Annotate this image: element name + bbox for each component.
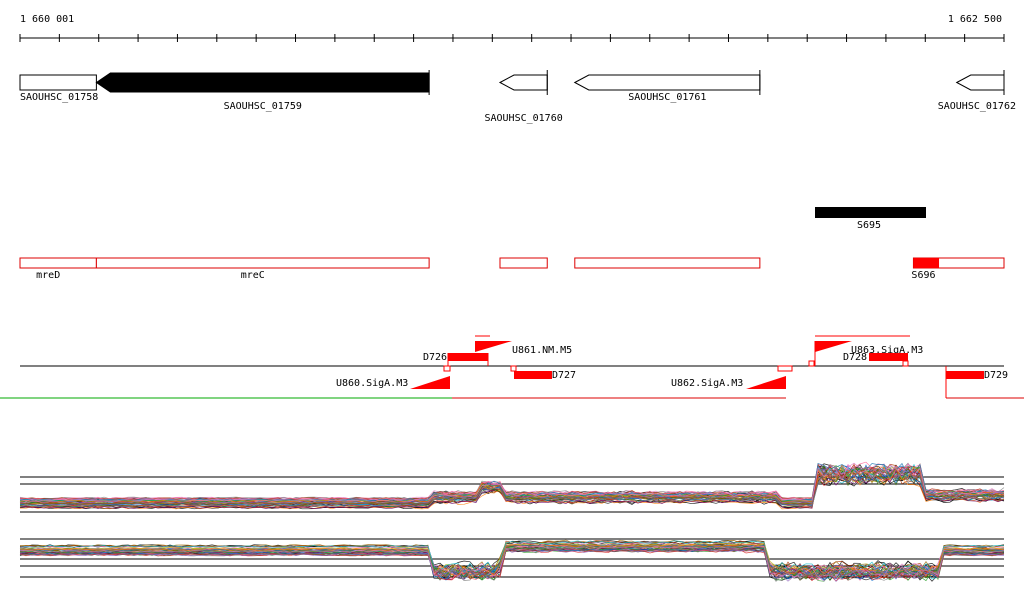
gene-saouhsc_01758[interactable]: SAOUHSC_01758: [19, 74, 98, 103]
genome-browser-canvas: 1 660 001 1 662 500 SAOUHSC_01758SAOUHSC…: [0, 14, 1024, 583]
terminator-d728[interactable]: D728: [843, 352, 909, 367]
terminator-d729[interactable]: D729: [945, 366, 1008, 398]
gene-track: SAOUHSC_01758 SAOUHSC_01759 SAOUHSC_01760 S…: [19, 70, 1016, 124]
operon-s696[interactable]: S696: [911, 257, 1005, 281]
small-rna-label: S695: [857, 220, 881, 231]
operon-segment[interactable]: [574, 257, 761, 269]
gene-label: SAOUHSC_01759: [224, 101, 302, 112]
d729-label: D729: [984, 370, 1008, 381]
gene-label: SAOUHSC_01762: [938, 101, 1016, 112]
promoter-u861[interactable]: U861.NM.M5: [475, 335, 572, 356]
gene-label: SAOUHSC_01760: [484, 113, 562, 124]
small-rna-s695[interactable]: S695: [815, 207, 926, 231]
terminator-d727[interactable]: D727: [510, 365, 576, 381]
u861-label: U861.NM.M5: [512, 345, 572, 356]
ruler-start-label: 1 660 001: [20, 14, 74, 25]
gene-saouhsc_01759[interactable]: SAOUHSC_01759: [95, 70, 430, 112]
gene-saouhsc_01760[interactable]: SAOUHSC_01760: [484, 70, 563, 124]
expression-profile-forward: [19, 461, 1005, 513]
u862-label: U862.SigA.M3: [671, 378, 743, 389]
operon-label: S696: [911, 270, 935, 281]
terminator-d726[interactable]: D726: [423, 352, 489, 366]
gene-label: SAOUHSC_01761: [628, 92, 706, 103]
gene-saouhsc_01762[interactable]: SAOUHSC_01762: [938, 70, 1016, 112]
gene-saouhsc_01761[interactable]: SAOUHSC_01761: [573, 70, 761, 103]
u860-label: U860.SigA.M3: [336, 378, 408, 389]
d728-label: D728: [843, 352, 867, 363]
d727-label: D727: [552, 370, 576, 381]
d726-label: D726: [423, 352, 447, 363]
gene-label: SAOUHSC_01758: [20, 92, 98, 103]
operon-label: mreD: [36, 270, 60, 281]
coordinate-ruler: [19, 34, 1005, 42]
feature-track: D726 U861.NM.M5 D727 U860.SigA.M3 U862.S…: [0, 335, 1024, 399]
operon-track: mreD mreC S696: [19, 257, 1005, 281]
promoter-u862[interactable]: U862.SigA.M3: [671, 365, 793, 389]
expression-profile-reverse: [19, 538, 1005, 583]
operon-mred[interactable]: mreD: [19, 257, 97, 281]
ruler-end-label: 1 662 500: [948, 14, 1002, 25]
promoter-u860[interactable]: U860.SigA.M3: [336, 365, 451, 389]
operon-mrec[interactable]: mreC: [95, 257, 430, 281]
operon-label: mreC: [241, 270, 265, 281]
operon-segment[interactable]: [499, 257, 548, 269]
